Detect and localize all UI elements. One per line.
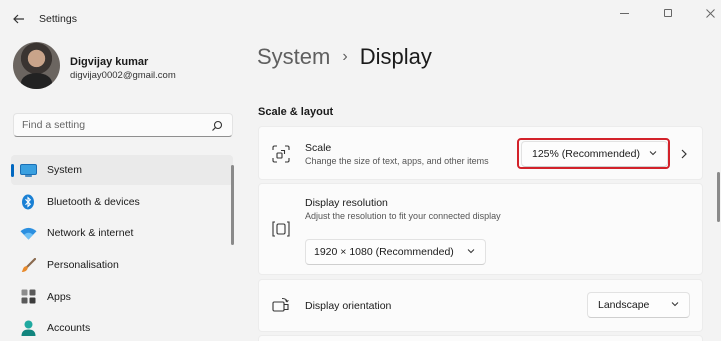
monitor-icon [19, 161, 37, 179]
breadcrumb: System › Display [257, 44, 432, 70]
resolution-description: Adjust the resolution to fit your connec… [305, 211, 501, 221]
wifi-icon [19, 224, 37, 242]
sidebar-item-personalisation[interactable]: Personalisation [11, 250, 233, 280]
sidebar-item-system[interactable]: System [11, 155, 233, 185]
bluetooth-icon [19, 193, 37, 211]
section-title: Scale & layout [258, 106, 334, 118]
sidebar-item-label: Bluetooth & devices [47, 195, 140, 208]
resolution-value: 1920 × 1080 (Recommended) [314, 246, 454, 258]
paintbrush-icon [19, 256, 37, 274]
chevron-right-icon: › [342, 48, 348, 65]
chevron-down-icon [671, 302, 679, 307]
scale-description: Change the size of text, apps, and other… [305, 156, 489, 166]
back-button[interactable] [10, 11, 28, 27]
scale-title: Scale [305, 142, 332, 154]
person-icon [19, 319, 37, 337]
highlight-box [517, 138, 670, 169]
scale-icon [272, 145, 290, 163]
resolution-icon [272, 221, 290, 237]
sidebar-item-apps[interactable]: Apps [11, 282, 233, 312]
minimize-icon [619, 12, 629, 14]
arrow-left-icon [13, 14, 24, 24]
app-title: Settings [39, 13, 77, 25]
title-bar: Settings [0, 0, 721, 38]
sidebar-nav: System Bluetooth & devices Network & int… [11, 155, 233, 341]
sidebar-item-label: Network & internet [47, 227, 134, 240]
breadcrumb-parent[interactable]: System [257, 44, 330, 70]
close-button[interactable] [698, 6, 721, 20]
sidebar-item-label: System [47, 164, 83, 176]
avatar[interactable] [13, 42, 60, 89]
main-scrollbar[interactable] [717, 172, 720, 222]
orientation-title: Display orientation [305, 300, 392, 312]
apps-icon [19, 288, 37, 306]
orientation-icon [272, 298, 289, 312]
user-name: Digvijay kumar [70, 56, 149, 68]
sidebar-item-label: Accounts [47, 322, 91, 335]
close-icon [705, 8, 715, 18]
orientation-setting-card: Display orientation Landscape [258, 279, 703, 332]
sidebar-item-label: Personalisation [47, 259, 119, 272]
sidebar-item-label: Apps [47, 290, 71, 303]
sidebar-item-accounts[interactable]: Accounts [11, 313, 233, 341]
search-input[interactable] [14, 114, 204, 136]
orientation-dropdown[interactable]: Landscape [587, 292, 690, 318]
search-icon[interactable] [211, 120, 223, 132]
minimize-button[interactable] [612, 6, 636, 20]
next-setting-card[interactable] [258, 335, 703, 341]
sidebar-item-network[interactable]: Network & internet [11, 218, 233, 248]
orientation-value: Landscape [598, 299, 650, 311]
resolution-title: Display resolution [305, 197, 388, 209]
sidebar-item-bluetooth[interactable]: Bluetooth & devices [11, 187, 233, 217]
search-box [13, 113, 233, 137]
maximize-button[interactable] [656, 6, 680, 20]
resolution-dropdown[interactable]: 1920 × 1080 (Recommended) [305, 239, 486, 265]
sidebar-scrollbar[interactable] [231, 165, 234, 245]
user-email: digvijay0002@gmail.com [70, 70, 176, 81]
maximize-icon [664, 9, 672, 17]
chevron-down-icon [467, 249, 475, 254]
chevron-right-icon[interactable] [679, 149, 688, 159]
page-title: Display [359, 44, 432, 69]
resolution-setting-card: Display resolution Adjust the resolution… [258, 183, 703, 275]
